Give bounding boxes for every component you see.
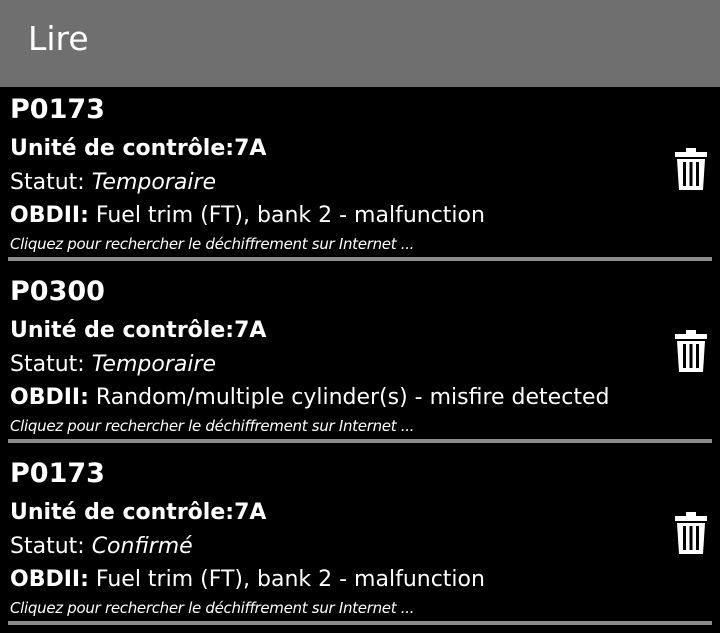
control-unit-row: Unité de contrôle:7A [10,136,266,162]
control-unit-value: 7A [234,500,267,525]
control-unit-label: Unité de contrôle: [10,318,235,343]
obd-description: Random/multiple cylinder(s) - misfire de… [88,385,610,410]
control-unit-label: Unité de contrôle: [10,500,235,525]
status-label: Statut: [10,534,92,559]
status-label: Statut: [10,352,92,377]
trash-icon[interactable] [675,330,707,372]
divider [8,439,712,443]
obd-label: OBDII: [10,203,89,228]
status-value: Confirmé [91,534,193,559]
dtc-list-item[interactable]: P0300 Unité de contrôle:7A Statut: Tempo… [0,269,720,451]
obd-description: Fuel trim (FT), bank 2 - malfunction [88,203,485,228]
divider [8,257,712,261]
dtc-list-item[interactable]: P0173 Unité de contrôle:7A Statut: Tempo… [0,87,720,269]
dtc-list: P0173 Unité de contrôle:7A Statut: Tempo… [0,87,720,633]
divider [8,621,712,625]
control-unit-row: Unité de contrôle:7A [10,318,266,344]
app-bar: Lire [0,0,720,87]
trash-icon[interactable] [675,512,707,554]
control-unit-label: Unité de contrôle: [10,136,235,161]
page-title: Lire [28,19,89,58]
search-online-link[interactable]: Cliquez pour rechercher le déchiffrement… [10,235,414,253]
dtc-code: P0173 [10,94,105,125]
obd-row: OBDII: Fuel trim (FT), bank 2 - malfunct… [10,567,485,593]
obd-row: OBDII: Random/multiple cylinder(s) - mis… [10,385,609,411]
status-row: Statut: Temporaire [10,170,216,196]
control-unit-row: Unité de contrôle:7A [10,500,266,526]
control-unit-value: 7A [234,318,267,343]
trash-icon[interactable] [675,148,707,190]
obd-description: Fuel trim (FT), bank 2 - malfunction [88,567,485,592]
status-row: Statut: Confirmé [10,534,193,560]
status-label: Statut: [10,170,92,195]
status-value: Temporaire [91,170,217,195]
obd-label: OBDII: [10,385,89,410]
search-online-link[interactable]: Cliquez pour rechercher le déchiffrement… [10,599,414,617]
dtc-list-item[interactable]: P0173 Unité de contrôle:7A Statut: Confi… [0,451,720,633]
control-unit-value: 7A [234,136,267,161]
dtc-code: P0300 [10,276,105,307]
dtc-code: P0173 [10,458,105,489]
search-online-link[interactable]: Cliquez pour rechercher le déchiffrement… [10,417,414,435]
status-value: Temporaire [91,352,217,377]
status-row: Statut: Temporaire [10,352,216,378]
obd-label: OBDII: [10,567,89,592]
obd-row: OBDII: Fuel trim (FT), bank 2 - malfunct… [10,203,485,229]
